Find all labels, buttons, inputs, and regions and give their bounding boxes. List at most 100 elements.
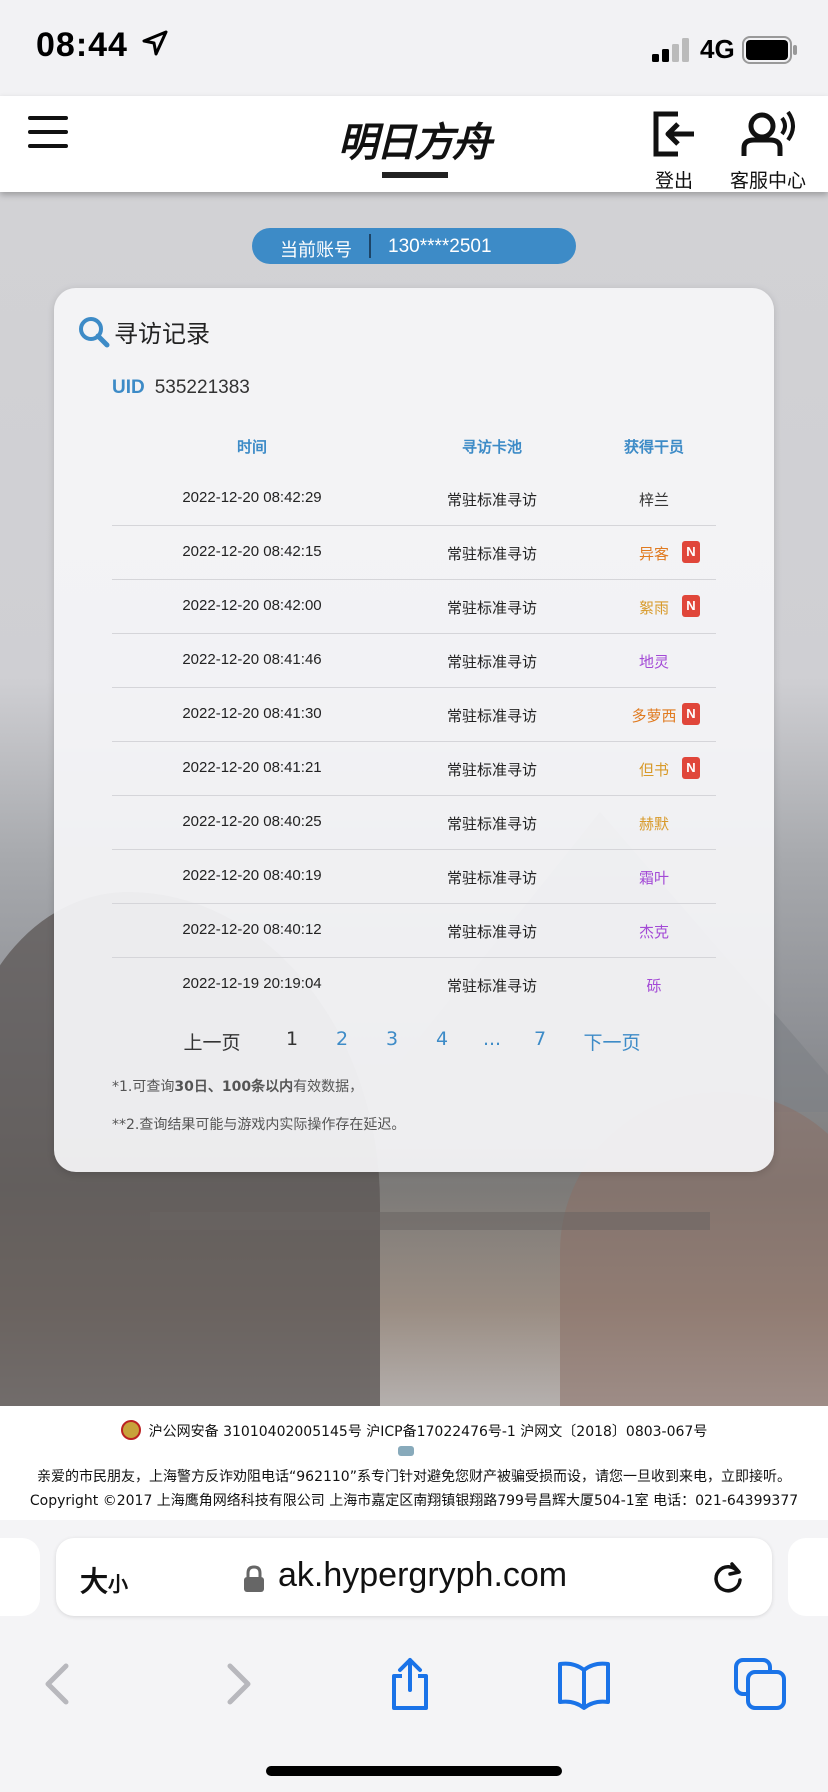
arknights-logo[interactable]: 明日方舟: [336, 106, 492, 184]
site-footer: 沪公网安备 31010402005145号 沪ICP备17022476号-1 沪…: [0, 1406, 828, 1520]
new-badge: N: [682, 757, 700, 779]
uid-line: UID 535221383: [112, 376, 250, 399]
customer-service-button[interactable]: 客服中心: [718, 108, 818, 193]
page-3-link[interactable]: 3: [380, 1028, 404, 1050]
row-time: 2022-12-19 20:19:04: [182, 975, 322, 992]
browser-toolbar: [0, 1632, 828, 1792]
page-4-link[interactable]: 4: [430, 1028, 454, 1050]
row-operator: 杰克: [638, 923, 669, 941]
table-row: 2022-12-20 08:40:19 常驻标准寻访 霜叶: [112, 850, 716, 904]
customer-service-label: 客服中心: [729, 170, 806, 192]
site-header: 明日方舟 登出 客服中心: [0, 96, 828, 192]
row-pool: 常驻标准寻访: [446, 599, 537, 617]
prev-page-button[interactable]: 上一页: [182, 1028, 242, 1055]
new-badge: N: [682, 541, 700, 563]
note-2: **2.查询结果可能与游戏内实际操作存在延迟。: [112, 1117, 406, 1133]
card-title-text: 寻访记录: [114, 320, 210, 348]
forward-chevron-icon[interactable]: [208, 1656, 264, 1712]
reload-icon[interactable]: [710, 1560, 746, 1596]
home-indicator: [266, 1766, 562, 1776]
row-time: 2022-12-20 08:42:00: [182, 597, 322, 614]
share-icon[interactable]: [382, 1656, 438, 1712]
row-pool: 常驻标准寻访: [446, 869, 537, 887]
table-row: 2022-12-19 20:19:04 常驻标准寻访 砾: [112, 958, 716, 1012]
row-time: 2022-12-20 08:40:12: [182, 921, 322, 938]
row-time: 2022-12-20 08:42:15: [182, 543, 322, 560]
row-time: 2022-12-20 08:40:19: [182, 867, 322, 884]
menu-icon[interactable]: [28, 116, 68, 150]
account-value: 130****2501: [388, 236, 492, 257]
network-type: 4G: [700, 34, 735, 64]
table-row: 2022-12-20 08:40:25 常驻标准寻访 赫默: [112, 796, 716, 850]
table-row: 2022-12-20 08:41:46 常驻标准寻访 地灵: [112, 634, 716, 688]
table-row: 2022-12-20 08:42:29 常驻标准寻访 梓兰: [112, 472, 716, 526]
row-pool: 常驻标准寻访: [446, 491, 537, 509]
current-account-pill: 当前账号 130****2501: [252, 228, 576, 264]
footer-antifraud-notice: 亲爱的市民朋友，上海警方反诈劝阻电话“962110”系专门针对避免您财产被骗受损…: [37, 1469, 791, 1485]
row-time: 2022-12-20 08:41:21: [182, 759, 322, 776]
page-1-current: 1: [285, 1028, 299, 1050]
table-row: 2022-12-20 08:42:15 常驻标准寻访 异客 N: [112, 526, 716, 580]
row-pool: 常驻标准寻访: [446, 545, 537, 563]
row-time: 2022-12-20 08:40:25: [182, 813, 322, 830]
search-icon: [79, 317, 110, 348]
customer-service-icon: [741, 110, 795, 156]
url-text[interactable]: ak.hypergryph.com: [278, 1556, 567, 1595]
row-operator: 梓兰: [638, 491, 669, 509]
license-badge-icon[interactable]: [398, 1446, 414, 1456]
police-badge-icon: [120, 1420, 141, 1440]
row-pool: 常驻标准寻访: [446, 653, 537, 671]
location-arrow-icon: [142, 30, 168, 56]
battery-icon: [742, 36, 797, 64]
lock-icon: [244, 1565, 264, 1592]
table-row: 2022-12-20 08:42:00 常驻标准寻访 絮雨 N: [112, 580, 716, 634]
uid-label: UID: [112, 377, 145, 398]
uid-value: 535221383: [154, 377, 250, 398]
row-pool: 常驻标准寻访: [446, 707, 537, 725]
row-operator: 霜叶: [638, 869, 669, 887]
address-bar[interactable]: 大小 ak.hypergryph.com: [56, 1538, 772, 1616]
logout-icon: [653, 111, 694, 157]
table-row: 2022-12-20 08:40:12 常驻标准寻访 杰克: [112, 904, 716, 958]
footer-license-text[interactable]: 沪公网安备 31010402005145号 沪ICP备17022476号-1 沪…: [149, 1424, 708, 1440]
table-header: 时间 寻访卡池 获得干员: [112, 436, 716, 466]
page-2-link[interactable]: 2: [330, 1028, 354, 1050]
column-time: 时间: [236, 438, 267, 456]
row-pool: 常驻标准寻访: [446, 761, 537, 779]
gacha-record-card: 寻访记录 UID 535221383 时间 寻访卡池 获得干员 2022-12-2…: [54, 288, 774, 1172]
table-row: 2022-12-20 08:41:30 常驻标准寻访 多萝西 N: [112, 688, 716, 742]
row-operator: 砾: [646, 977, 662, 995]
row-operator: 地灵: [638, 653, 669, 671]
logout-button[interactable]: 登出: [646, 108, 702, 193]
text-size-button[interactable]: 大小: [80, 1560, 128, 1600]
new-badge: N: [682, 703, 700, 725]
logout-label: 登出: [654, 170, 693, 192]
row-pool: 常驻标准寻访: [446, 923, 537, 941]
previous-tab-preview[interactable]: [0, 1538, 40, 1616]
row-operator: 赫默: [638, 815, 669, 833]
tabs-icon[interactable]: [732, 1656, 788, 1712]
new-badge: N: [682, 595, 700, 617]
cellular-signal-icon: [652, 38, 689, 62]
column-operator: 获得干员: [623, 438, 684, 456]
pagination: 上一页 1 2 3 4 ... 7 下一页: [54, 1028, 774, 1058]
note-1: *1.可查询30日、100条以内有效数据，: [112, 1079, 364, 1095]
back-chevron-icon[interactable]: [32, 1656, 88, 1712]
page-7-link[interactable]: 7: [528, 1028, 552, 1050]
row-time: 2022-12-20 08:42:29: [182, 489, 322, 506]
record-table: 2022-12-20 08:42:29 常驻标准寻访 梓兰 2022-12-20…: [112, 472, 716, 1012]
row-pool: 常驻标准寻访: [446, 815, 537, 833]
status-time: 08:44: [36, 26, 128, 64]
page-ellipsis[interactable]: ...: [474, 1028, 510, 1050]
column-pool: 寻访卡池: [461, 438, 522, 456]
row-pool: 常驻标准寻访: [446, 977, 537, 995]
bookmarks-icon[interactable]: [556, 1656, 612, 1712]
footer-license-line: 沪公网安备 31010402005145号 沪ICP备17022476号-1 沪…: [0, 1420, 828, 1441]
browser-address-area: 大小 ak.hypergryph.com: [0, 1520, 828, 1632]
next-page-button[interactable]: 下一页: [582, 1028, 642, 1055]
row-time: 2022-12-20 08:41:30: [182, 705, 322, 722]
table-row: 2022-12-20 08:41:21 常驻标准寻访 但书 N: [112, 742, 716, 796]
logo-text: 明日方舟: [338, 119, 492, 166]
next-tab-preview[interactable]: [788, 1538, 828, 1616]
account-label: 当前账号: [280, 240, 352, 261]
